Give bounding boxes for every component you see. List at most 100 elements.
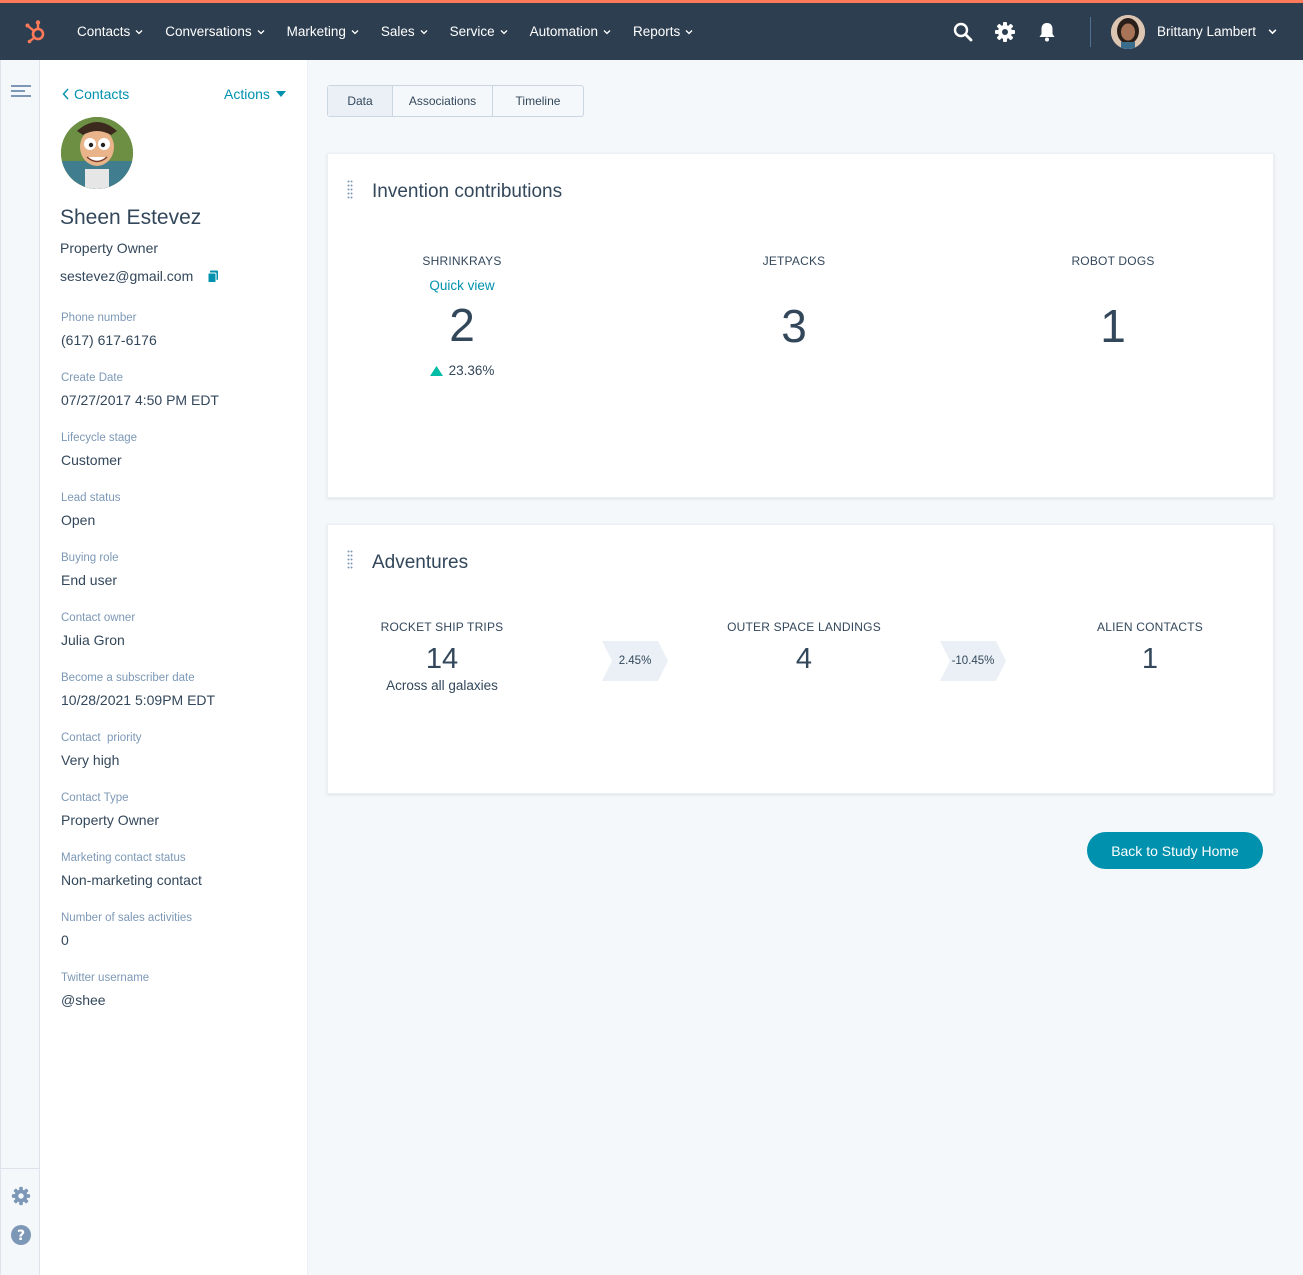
bell-icon[interactable] [1026,11,1068,53]
tab-label: Data [347,94,373,108]
tab-data[interactable]: Data [328,86,393,116]
tab-timeline[interactable]: Timeline [493,86,583,116]
nav-reports[interactable]: Reports [622,3,704,60]
conversion-rate: 2.45% [618,655,652,667]
stat-value: 4 [795,643,813,675]
nav-automation[interactable]: Automation [519,3,622,60]
nav-divider [1089,16,1091,47]
nav-contacts[interactable]: Contacts [66,3,154,60]
nav-conversations[interactable]: Conversations [154,3,275,60]
back-label: Contacts [74,86,130,102]
stat-label: JETPACKS [762,254,826,268]
menu-icon[interactable] [10,81,32,103]
property-marketing-status: Marketing contact status Non-marketing co… [61,852,202,888]
chevron-down-icon [1268,29,1277,35]
nav-label: Sales [380,24,415,39]
property-label: Contact owner [61,612,136,624]
help-icon[interactable]: ? [10,1224,32,1246]
property-value[interactable]: Property Owner [61,812,159,828]
copy-icon[interactable] [207,270,219,283]
tab-associations[interactable]: Associations [393,86,493,116]
hubspot-logo-icon[interactable] [18,14,54,50]
property-value[interactable]: @shee [61,992,149,1008]
property-label: Twitter username [61,972,150,984]
stat-subtext: Across all galaxies [386,678,498,693]
stat-label: SHRINKRAYS [422,254,502,268]
actions-dropdown[interactable]: Actions [224,86,286,102]
stat-robot-dogs: ROBOT DOGS 1 [1043,254,1183,352]
chevron-down-icon [351,29,359,34]
property-value[interactable]: 10/28/2021 5:09PM EDT [61,692,215,708]
property-value[interactable]: End user [61,572,119,588]
property-value[interactable]: Customer [61,452,137,468]
contact-email-row: sestevez@gmail.com [60,268,219,284]
card-title: Invention contributions [372,181,563,202]
chevron-left-icon [62,88,69,100]
property-label: Lifecycle stage [61,432,138,444]
property-create-date: Create Date 07/27/2017 4:50 PM EDT [61,372,219,408]
stat-value: 1 [1141,643,1159,675]
back-to-study-home-button[interactable]: Back to Study Home [1087,832,1263,869]
stat-alien-contacts: ALIEN CONTACTS 1 [1080,620,1220,676]
stat-delta: 23.36% [392,363,532,378]
conversion-rate-badge: -10.45% [940,641,1006,681]
chevron-down-icon [420,29,428,34]
nav-marketing[interactable]: Marketing [276,3,370,60]
user-avatar [1110,14,1145,49]
property-value[interactable]: Julia Gron [61,632,135,648]
stat-label: ROBOT DOGS [1071,254,1155,268]
property-label: Marketing contact status [61,852,186,864]
contact-sidebar: Contacts Actions Sheen Estevez Property … [40,60,308,1275]
nav-sales[interactable]: Sales [370,3,439,60]
property-label: Create Date [61,372,124,384]
nav-label: Contacts [77,24,131,39]
stat-outer-space-landings: OUTER SPACE LANDINGS 4 [714,620,894,676]
property-lead-status: Lead status Open [61,492,120,528]
property-value[interactable]: 0 [61,932,192,948]
nav-label: Automation [529,24,598,39]
svg-text:?: ? [17,1228,25,1244]
property-value[interactable]: Very high [61,752,142,768]
gear-icon[interactable] [10,1185,32,1207]
gear-icon[interactable] [984,11,1026,53]
property-value[interactable]: 07/27/2017 4:50 PM EDT [61,392,219,408]
view-tabs: Data Associations Timeline [327,85,584,117]
nav-service[interactable]: Service [439,3,519,60]
property-sales-activities: Number of sales activities 0 [61,912,192,948]
invention-contributions-card: Invention contributions SHRINKRAYS Quick… [327,153,1274,498]
property-contact-owner: Contact owner Julia Gron [61,612,135,648]
triangle-up-icon [429,365,443,376]
user-name: Brittany Lambert [1156,24,1256,39]
chevron-down-icon [603,29,611,34]
conversion-rate-badge: 2.45% [602,641,668,681]
drag-handle-icon[interactable] [347,180,353,200]
nav-label: Marketing [286,24,346,39]
user-menu[interactable]: Brittany Lambert [1110,14,1277,49]
stat-label: OUTER SPACE LANDINGS [727,620,881,634]
stat-label: ALIEN CONTACTS [1097,620,1203,634]
nav-label: Reports [632,24,681,39]
property-value[interactable]: Open [61,512,120,528]
tab-label: Associations [408,94,477,108]
rail-divider [1,1168,40,1169]
stat-rocket-ship-trips: ROCKET SHIP TRIPS 14 Across all galaxies [362,620,522,693]
property-value[interactable]: Non-marketing contact [61,872,202,888]
stat-value: 2 [449,299,475,351]
property-value[interactable]: (617) 617-6176 [61,332,157,348]
delta-value: 23.36% [448,363,495,378]
property-lifecycle-stage: Lifecycle stage Customer [61,432,137,468]
search-icon[interactable] [942,11,984,53]
contact-job-title: Property Owner [60,240,159,256]
nav-label: Service [449,24,495,39]
contact-email[interactable]: sestevez@gmail.com [60,268,193,284]
property-contact-type: Contact Type Property Owner [61,792,159,828]
property-phone: Phone number (617) 617-6176 [61,312,157,348]
back-to-contacts-link[interactable]: Contacts [62,86,129,102]
chevron-down-icon [500,29,508,34]
drag-handle-icon[interactable] [347,550,353,570]
conversion-rate: -10.45% [951,655,995,667]
caret-down-icon [275,90,286,97]
quick-view-link[interactable]: Quick view [392,278,532,293]
property-label: Lead status [61,492,121,504]
top-navigation: Contacts Conversations Marketing Sales S… [0,0,1303,60]
